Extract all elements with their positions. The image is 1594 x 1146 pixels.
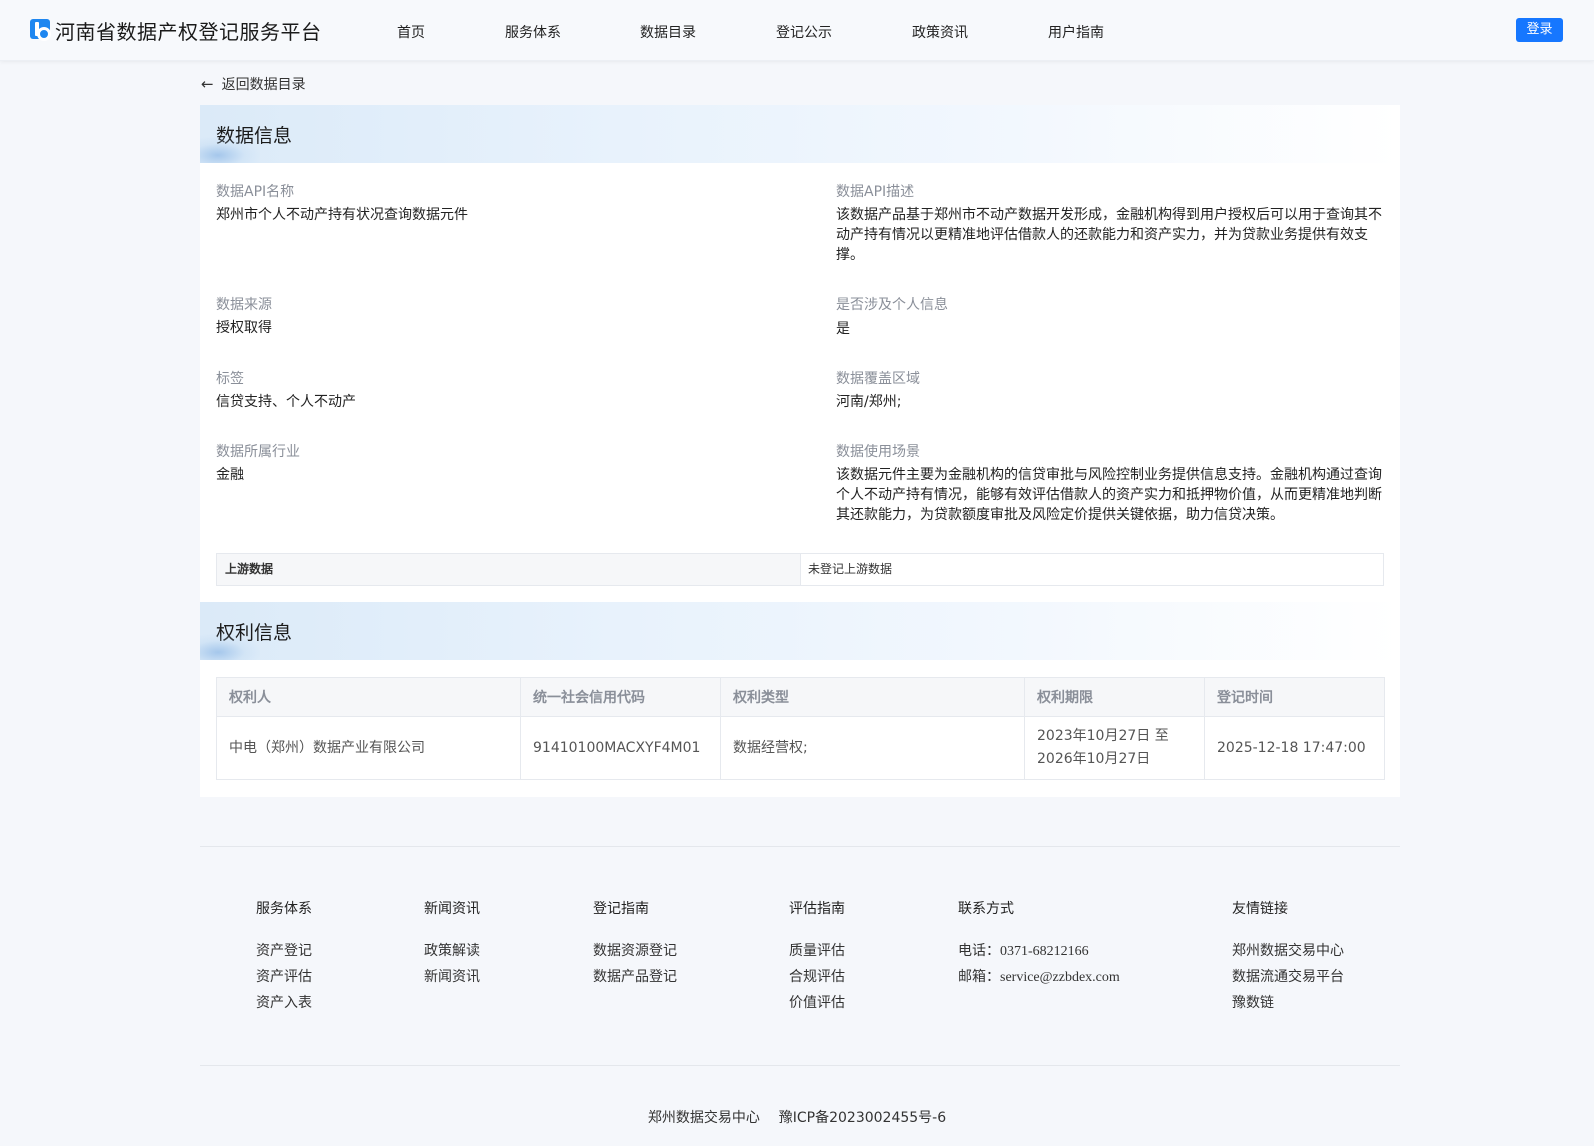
icp-number[interactable]: 豫ICP备2023002455号-6 bbox=[779, 1110, 946, 1126]
back-link-label: 返回数据目录 bbox=[221, 77, 306, 93]
footer-divider-bottom bbox=[200, 1065, 1400, 1066]
friend-link-trade-platform[interactable]: 数据流通交易平台 bbox=[1232, 964, 1344, 990]
footer-col-title: 友情链接 bbox=[1232, 901, 1288, 917]
rights-table: 权利人 统一社会信用代码 权利类型 权利期限 登记时间 中电（郑州）数据产业有限… bbox=[216, 677, 1385, 780]
footer-col-news: 新闻资讯 政策解读 新闻资讯 bbox=[424, 898, 480, 990]
arrow-left-icon: ← bbox=[201, 75, 214, 93]
footer-divider-top bbox=[200, 846, 1400, 847]
footer-col-title: 评估指南 bbox=[789, 901, 845, 917]
footer-link-news[interactable]: 新闻资讯 bbox=[424, 964, 480, 990]
data-info-title: 数据信息 bbox=[216, 125, 293, 147]
table-row: 中电（郑州）数据产业有限公司 91410100MACXYF4M01 数据经营权;… bbox=[216, 716, 1385, 780]
nav-registration-notice[interactable]: 登记公示 bbox=[776, 22, 832, 42]
footer-col-eval-guide: 评估指南 质量评估 合规评估 价值评估 bbox=[789, 898, 845, 1016]
col-header-right-term: 权利期限 bbox=[1024, 677, 1205, 717]
field-label-scenario: 数据使用场景 bbox=[836, 444, 920, 460]
footer-link-resource-register[interactable]: 数据资源登记 bbox=[593, 938, 677, 964]
rights-info-header: 权利信息 bbox=[200, 602, 1400, 660]
footer-link-asset-register[interactable]: 资产登记 bbox=[256, 938, 312, 964]
email-value[interactable]: service@zzbdex.com bbox=[1000, 970, 1120, 985]
friend-link-zz-exchange[interactable]: 郑州数据交易中心 bbox=[1232, 938, 1344, 964]
footer-link-asset-evaluation[interactable]: 资产评估 bbox=[256, 964, 312, 990]
footer-link-compliance-eval[interactable]: 合规评估 bbox=[789, 964, 845, 990]
field-label-source: 数据来源 bbox=[216, 297, 272, 313]
footer-col-friend-links: 友情链接 郑州数据交易中心 数据流通交易平台 豫数链 bbox=[1232, 898, 1344, 1016]
detail-card: 数据信息 数据API名称 郑州市个人不动产持有状况查询数据元件 数据API描述 … bbox=[200, 105, 1400, 797]
cell-right-term: 2023年10月27日 至 2026年10月27日 bbox=[1024, 716, 1205, 780]
footer-col-service: 服务体系 资产登记 资产评估 资产入表 bbox=[256, 898, 312, 1016]
cell-right-holder: 中电（郑州）数据产业有限公司 bbox=[216, 716, 521, 780]
upstream-data-row: 上游数据 未登记上游数据 bbox=[216, 553, 1384, 586]
field-value-source: 授权取得 bbox=[216, 320, 272, 336]
contact-phone: 电话：0371-68212166 bbox=[958, 938, 1120, 964]
back-to-catalog-link[interactable]: ← 返回数据目录 bbox=[201, 74, 306, 94]
login-button[interactable]: 登录 bbox=[1516, 18, 1563, 42]
phone-label: 电话： bbox=[958, 943, 1000, 959]
field-value-scenario: 该数据元件主要为金融机构的信贷审批与风险控制业务提供信息支持。金融机构通过查询个… bbox=[836, 467, 1382, 523]
nav-policy-news[interactable]: 政策资讯 bbox=[912, 22, 968, 42]
email-label: 邮箱： bbox=[958, 969, 1000, 985]
field-label-api-name: 数据API名称 bbox=[216, 184, 295, 200]
footer-col-title: 登记指南 bbox=[593, 901, 649, 917]
data-info-header: 数据信息 bbox=[200, 105, 1400, 163]
footer-col-contact: 联系方式 电话：0371-68212166 邮箱：service@zzbdex.… bbox=[958, 898, 1120, 990]
upstream-data-label: 上游数据 bbox=[217, 554, 801, 585]
footer-link-policy[interactable]: 政策解读 bbox=[424, 938, 480, 964]
footer-link-quality-eval[interactable]: 质量评估 bbox=[789, 938, 845, 964]
footer-col-register-guide: 登记指南 数据资源登记 数据产品登记 bbox=[593, 898, 677, 990]
field-value-coverage: 河南/郑州; bbox=[836, 394, 902, 410]
cell-right-type: 数据经营权; bbox=[720, 716, 1025, 780]
col-header-right-type: 权利类型 bbox=[720, 677, 1025, 717]
footer-col-title: 服务体系 bbox=[256, 901, 312, 917]
friend-link-yu-chain[interactable]: 豫数链 bbox=[1232, 990, 1344, 1016]
field-value-industry: 金融 bbox=[216, 467, 244, 483]
col-header-right-holder: 权利人 bbox=[216, 677, 521, 717]
top-header: 河南省数据产权登记服务平台 首页 服务体系 数据目录 登记公示 政策资讯 用户指… bbox=[0, 0, 1594, 61]
copyright-org: 郑州数据交易中心 bbox=[647, 1110, 760, 1126]
rights-table-header-row: 权利人 统一社会信用代码 权利类型 权利期限 登记时间 bbox=[216, 677, 1385, 717]
field-label-api-desc: 数据API描述 bbox=[836, 184, 915, 200]
field-label-industry: 数据所属行业 bbox=[216, 444, 300, 460]
cell-register-time: 2025-12-18 17:47:00 bbox=[1204, 716, 1385, 780]
nav-service-system[interactable]: 服务体系 bbox=[505, 22, 561, 42]
field-value-api-name: 郑州市个人不动产持有状况查询数据元件 bbox=[216, 207, 468, 223]
footer-link-asset-accounting[interactable]: 资产入表 bbox=[256, 990, 312, 1016]
contact-email: 邮箱：service@zzbdex.com bbox=[958, 964, 1120, 990]
copyright-bar: 郑州数据交易中心 豫ICP备2023002455号-6 bbox=[0, 1107, 1594, 1127]
col-header-credit-code: 统一社会信用代码 bbox=[520, 677, 721, 717]
field-label-personal-info: 是否涉及个人信息 bbox=[836, 297, 948, 313]
nav-data-catalog[interactable]: 数据目录 bbox=[640, 22, 696, 42]
field-value-tags: 信贷支持、个人不动产 bbox=[216, 394, 356, 410]
field-value-personal-info: 是 bbox=[836, 321, 850, 337]
field-label-tags: 标签 bbox=[216, 371, 244, 387]
footer-link-value-eval[interactable]: 价值评估 bbox=[789, 990, 845, 1016]
col-header-register-time: 登记时间 bbox=[1204, 677, 1385, 717]
logo-icon bbox=[30, 19, 51, 41]
upstream-data-value: 未登记上游数据 bbox=[808, 562, 893, 576]
nav-user-guide[interactable]: 用户指南 bbox=[1048, 22, 1104, 42]
footer-link-product-register[interactable]: 数据产品登记 bbox=[593, 964, 677, 990]
footer-col-title: 联系方式 bbox=[958, 901, 1014, 917]
site-title[interactable]: 河南省数据产权登记服务平台 bbox=[55, 16, 322, 45]
nav-home[interactable]: 首页 bbox=[397, 22, 425, 42]
rights-info-title: 权利信息 bbox=[216, 622, 293, 644]
cell-credit-code: 91410100MACXYF4M01 bbox=[520, 716, 721, 780]
field-value-api-desc: 该数据产品基于郑州市不动产数据开发形成，金融机构得到用户授权后可以用于查询其不动… bbox=[836, 207, 1382, 263]
field-label-coverage: 数据覆盖区域 bbox=[836, 371, 920, 387]
footer-col-title: 新闻资讯 bbox=[424, 901, 480, 917]
phone-value: 0371-68212166 bbox=[1000, 944, 1089, 959]
